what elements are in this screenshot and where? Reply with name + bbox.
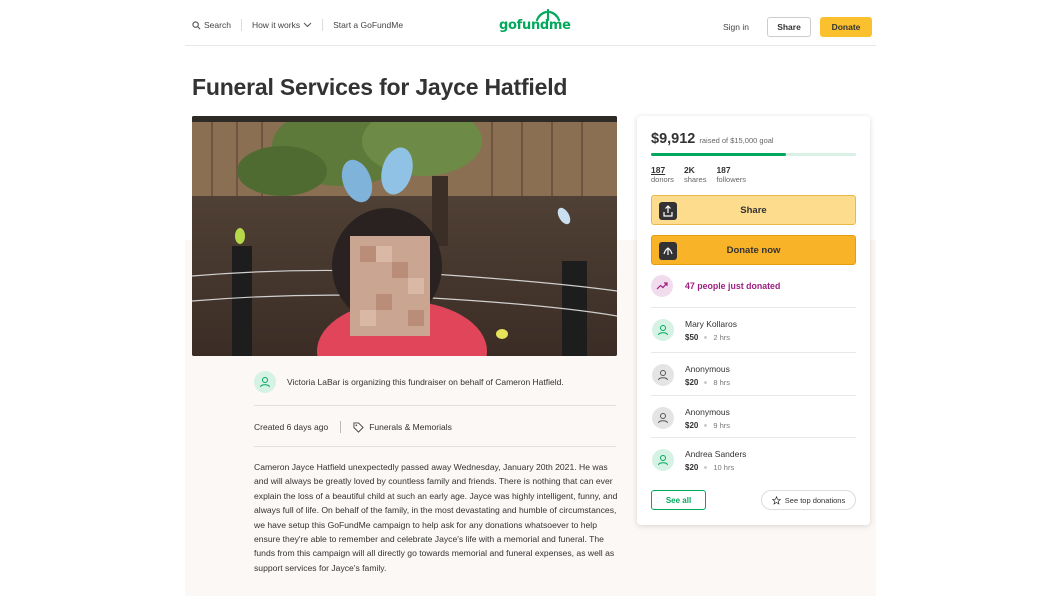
share-upload-icon xyxy=(663,205,673,217)
search-link[interactable]: Search xyxy=(192,20,231,30)
donation-details: $20 9 hrs xyxy=(685,421,730,430)
raised-amount: $9,912 xyxy=(651,131,696,147)
see-top-label: See top donations xyxy=(784,495,846,505)
donor-avatar xyxy=(652,449,674,471)
donation-time: 9 hrs xyxy=(713,421,731,430)
stat-donors[interactable]: 187 donors xyxy=(651,165,674,184)
share-button-label: Share xyxy=(740,204,767,216)
campaign-photo xyxy=(192,116,617,356)
category-label: Funerals & Memorials xyxy=(369,422,452,432)
share-button[interactable]: Share xyxy=(651,195,856,225)
donation-item: Mary Kollaros $50 2 hrs xyxy=(651,307,856,350)
see-top-donations-button[interactable]: See top donations xyxy=(761,490,856,510)
sprout-icon xyxy=(535,9,561,21)
star-icon xyxy=(771,495,781,505)
donation-time: 8 hrs xyxy=(713,378,731,387)
nav-right: Sign in Share Donate xyxy=(723,17,872,37)
organizer-text: Victoria LaBar is organizing this fundra… xyxy=(287,377,564,387)
chevron-down-icon xyxy=(303,22,312,28)
donation-details: $50 2 hrs xyxy=(685,333,730,342)
progress-fill xyxy=(651,153,787,156)
shares-count: 2K xyxy=(683,165,695,175)
donor-name: Anonymous xyxy=(685,407,730,417)
shares-label: shares xyxy=(683,175,707,184)
trend-arrow-icon xyxy=(656,282,668,290)
trending-up-icon xyxy=(651,275,673,297)
divider xyxy=(254,446,616,447)
start-gofundme-link[interactable]: Start a GoFundMe xyxy=(333,20,403,30)
donation-details: $20 10 hrs xyxy=(685,463,734,472)
donation-amount: $20 xyxy=(685,463,699,472)
gofundme-heart-icon xyxy=(659,242,677,260)
donation-item: Andrea Sanders $20 10 hrs xyxy=(651,437,856,480)
site-header: Search How it works Start a GoFundMe gof… xyxy=(185,0,876,46)
donor-avatar xyxy=(652,364,674,386)
stats-row: 187 donors 2K shares 187 followers xyxy=(651,165,746,184)
category-link[interactable]: Funerals & Memorials xyxy=(353,421,452,433)
donate-now-label: Donate now xyxy=(726,244,781,256)
stat-followers: 187 followers xyxy=(716,165,746,184)
search-label: Search xyxy=(204,20,231,30)
recent-donations-trend: 47 people just donated xyxy=(651,275,780,297)
header-donate-button[interactable]: Donate xyxy=(820,17,872,37)
campaign-photo-art xyxy=(192,116,617,356)
meta-divider xyxy=(340,421,342,433)
donor-name: Andrea Sanders xyxy=(685,449,747,459)
followers-count: 187 xyxy=(716,165,731,175)
donation-amount: $50 xyxy=(685,333,699,342)
trend-text: 47 people just donated xyxy=(685,281,781,291)
amount-row: $9,912 raised of $15,000 goal xyxy=(651,131,774,147)
organizer-row: Victoria LaBar is organizing this fundra… xyxy=(254,371,564,393)
nav-divider xyxy=(240,19,242,31)
campaign-title: Funeral Services for Jayce Hatfield xyxy=(192,74,568,100)
separator-dot xyxy=(704,424,708,427)
separator-dot xyxy=(704,381,708,384)
created-date: Created 6 days ago xyxy=(254,422,329,432)
donor-avatar xyxy=(652,407,674,429)
donate-now-button[interactable]: Donate now xyxy=(651,235,856,265)
donation-details: $20 8 hrs xyxy=(685,378,730,387)
organizer-avatar xyxy=(254,371,276,393)
user-icon xyxy=(658,455,668,466)
start-label: Start a GoFundMe xyxy=(333,20,404,30)
campaign-story: Cameron Jayce Hatfield unexpectedly pass… xyxy=(254,462,618,573)
user-icon xyxy=(658,370,668,381)
separator-dot xyxy=(704,466,708,469)
donation-item: Anonymous $20 9 hrs xyxy=(651,395,856,438)
progress-bar xyxy=(651,153,856,156)
stat-shares: 2K shares xyxy=(684,165,707,184)
nav-divider xyxy=(322,19,324,31)
header-share-button[interactable]: Share xyxy=(767,17,811,37)
sign-in-link[interactable]: Sign in xyxy=(723,22,749,32)
donor-name: Anonymous xyxy=(685,364,730,374)
user-icon xyxy=(260,377,270,388)
tag-icon xyxy=(353,421,364,433)
donors-label: donors xyxy=(651,175,674,184)
search-icon xyxy=(192,20,201,29)
divider xyxy=(254,405,616,406)
donation-amount: $20 xyxy=(685,378,699,387)
nav-left: Search How it works Start a GoFundMe xyxy=(192,19,403,31)
donation-time: 10 hrs xyxy=(713,463,735,472)
donor-avatar xyxy=(652,319,674,341)
donation-amount: $20 xyxy=(685,421,699,430)
share-icon xyxy=(659,202,677,220)
donation-time: 2 hrs xyxy=(713,333,731,342)
how-it-works-menu[interactable]: How it works xyxy=(252,20,312,30)
donation-item: Anonymous $20 8 hrs xyxy=(651,352,856,395)
donor-name: Mary Kollaros xyxy=(685,319,737,329)
donors-count: 187 xyxy=(651,165,666,175)
separator-dot xyxy=(704,336,708,339)
see-all-button[interactable]: See all xyxy=(651,490,706,510)
followers-label: followers xyxy=(716,175,747,184)
campaign-meta: Created 6 days ago Funerals & Memorials xyxy=(254,421,452,433)
gofundme-logo[interactable]: gofundme xyxy=(499,9,571,33)
donation-card: $9,912 raised of $15,000 goal 187 donors… xyxy=(637,116,870,525)
how-it-works-label: How it works xyxy=(251,20,301,30)
user-icon xyxy=(658,413,668,424)
user-icon xyxy=(658,325,668,336)
sprout-mini-icon xyxy=(663,247,673,255)
goal-text: raised of $15,000 goal xyxy=(699,136,774,145)
